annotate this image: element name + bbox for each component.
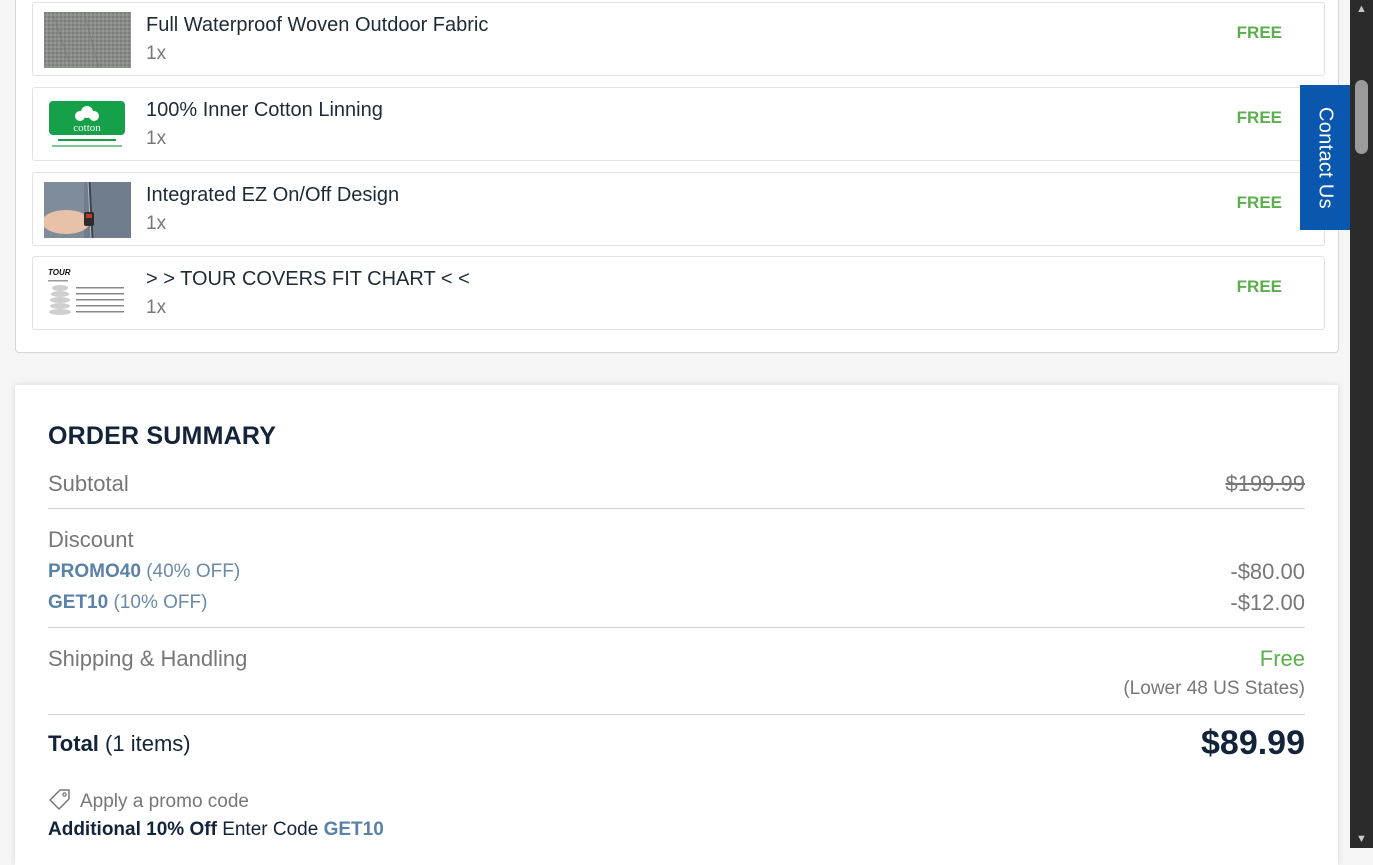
item-price: FREE	[1236, 108, 1282, 127]
divider	[48, 714, 1305, 715]
item-quantity: 1x	[146, 128, 167, 149]
additional-offer-code: GET10	[323, 819, 384, 840]
discount-desc: (10% OFF)	[113, 592, 208, 613]
discount-code: GET10	[48, 592, 109, 613]
apply-promo-code-label: Apply a promo code	[80, 791, 249, 812]
item-quantity: 1x	[146, 297, 167, 318]
svg-text:cotton: cotton	[73, 122, 101, 134]
total-item-count: (1 items)	[105, 731, 191, 756]
discount-code-row: GET10 (10% OFF)	[48, 592, 207, 614]
included-items-card: Full Waterproof Woven Outdoor Fabric 1x …	[15, 0, 1339, 353]
total-label: Total	[48, 731, 99, 756]
item-quantity: 1x	[146, 213, 167, 234]
discount-desc: (40% OFF)	[146, 561, 241, 582]
list-item: cotton 100% Inner Cotton Linning 1x FREE	[32, 87, 1325, 161]
order-summary-title: ORDER SUMMARY	[48, 422, 277, 450]
item-name: Full Waterproof Woven Outdoor Fabric	[146, 14, 489, 36]
divider	[48, 508, 1305, 509]
item-name: > > TOUR COVERS FIT CHART < <	[146, 268, 470, 290]
cotton-logo-image: cotton	[44, 97, 131, 153]
zipper-photo-image	[44, 182, 131, 238]
discount-amount: -$80.00	[1230, 559, 1305, 584]
contact-us-tab[interactable]: Contact Us	[1300, 85, 1350, 230]
item-quantity: 1x	[146, 43, 167, 64]
scrollbar[interactable]: ▲ ▼	[1350, 0, 1373, 848]
tag-icon	[48, 788, 72, 816]
additional-offer-bold: Additional 10% Off	[48, 819, 217, 840]
shipping-label: Shipping & Handling	[48, 646, 248, 671]
divider	[48, 627, 1305, 628]
item-price: FREE	[1236, 23, 1282, 42]
shipping-value: Free	[1259, 646, 1305, 671]
contact-us-label: Contact Us	[1314, 106, 1337, 209]
shipping-note: (Lower 48 US States)	[1123, 678, 1305, 699]
list-item: Full Waterproof Woven Outdoor Fabric 1x …	[32, 2, 1325, 76]
additional-offer-label: Enter Code	[222, 819, 319, 840]
subtotal-value: $199.99	[1225, 471, 1305, 496]
discount-code: PROMO40	[48, 561, 141, 582]
page-viewport: Full Waterproof Woven Outdoor Fabric 1x …	[0, 0, 1350, 865]
fit-chart-image: TOUR	[44, 266, 131, 322]
item-name: 100% Inner Cotton Linning	[146, 99, 383, 121]
item-price: FREE	[1236, 277, 1282, 296]
list-item: Integrated EZ On/Off Design 1x FREE	[32, 172, 1325, 246]
total-value: $89.99	[1201, 724, 1305, 762]
svg-text:TOUR: TOUR	[48, 268, 71, 277]
discount-amount: -$12.00	[1230, 590, 1305, 615]
total-label-row: Total (1 items)	[48, 731, 191, 757]
scroll-down-arrow-icon[interactable]: ▼	[1350, 830, 1373, 848]
apply-promo-code-link[interactable]: Apply a promo code	[48, 788, 249, 816]
fabric-swatch-image	[44, 12, 131, 68]
list-item: TOUR > > TOUR COVERS FIT CHART < < 1x FR…	[32, 256, 1325, 330]
order-summary-card: ORDER SUMMARY Subtotal $199.99 Discount …	[15, 385, 1338, 865]
additional-offer-text: Additional 10% Off Enter Code GET10	[48, 819, 384, 841]
scroll-up-arrow-icon[interactable]: ▲	[1350, 0, 1373, 18]
discount-code-row: PROMO40 (40% OFF)	[48, 561, 240, 583]
subtotal-label: Subtotal	[48, 471, 129, 496]
item-price: FREE	[1236, 193, 1282, 212]
discount-label: Discount	[48, 527, 134, 552]
scrollbar-thumb[interactable]	[1355, 80, 1368, 154]
item-name: Integrated EZ On/Off Design	[146, 184, 400, 206]
